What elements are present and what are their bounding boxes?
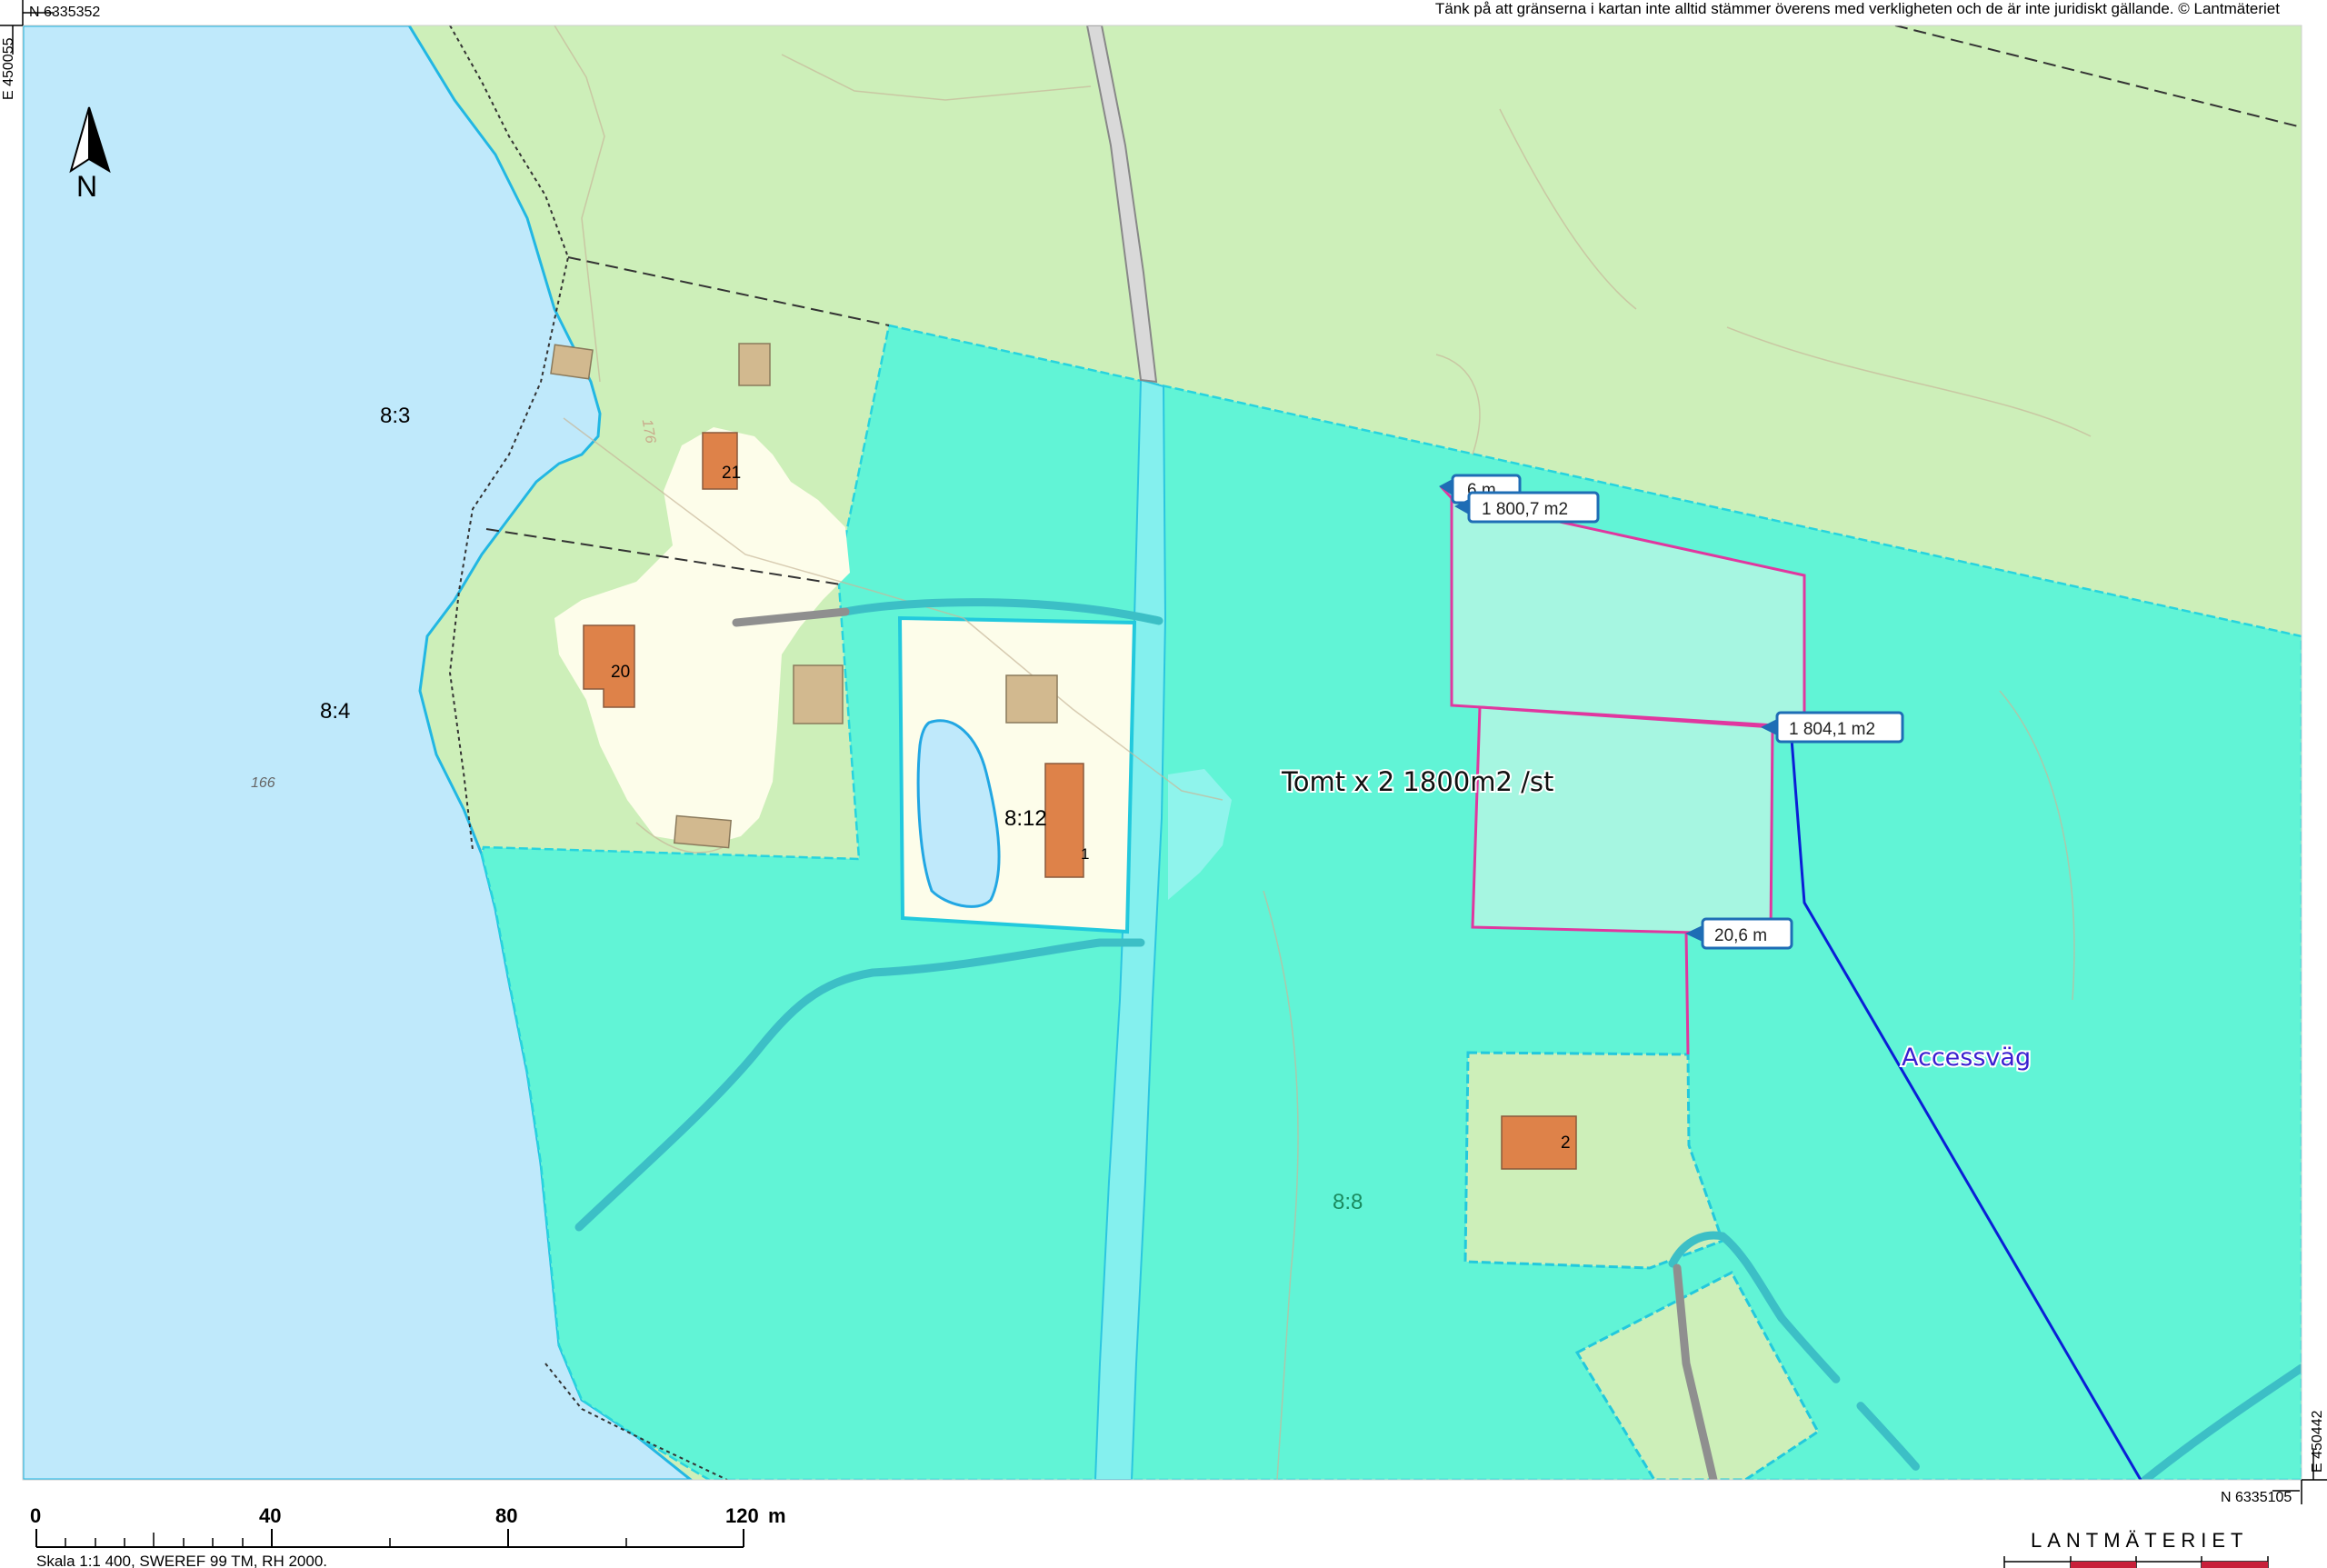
scale-tick-120: 120 bbox=[725, 1504, 759, 1527]
measurement-20-6m[interactable]: 20,6 m bbox=[1685, 917, 1793, 950]
scale-tick-40: 40 bbox=[259, 1504, 281, 1527]
outbuilding bbox=[793, 664, 844, 724]
building-number: 20 bbox=[611, 663, 630, 682]
parcel-label-8-8: 8:8 bbox=[1333, 1190, 1363, 1214]
coord-top-left-n: N 6335352 bbox=[29, 5, 100, 20]
map-canvas[interactable]: 8:3 8:4 8:12 8:8 166 176 21 20 1 2 6 m 1… bbox=[0, 0, 2327, 1568]
measurement-label: 20,6 m bbox=[1714, 926, 1767, 945]
outbuilding bbox=[673, 814, 733, 849]
measurement-area-1[interactable]: 1 800,7 m2 bbox=[1454, 491, 1600, 524]
building-number: 2 bbox=[1561, 1134, 1571, 1153]
disclaimer: Tänk på att gränserna i kartan inte allt… bbox=[1435, 0, 2280, 17]
outbuilding bbox=[550, 344, 594, 380]
coord-bottom-right-n: N 6335105 bbox=[2221, 1490, 2292, 1505]
lantmateriet-logo: LANTMÄTERIET bbox=[2003, 1529, 2269, 1568]
parcel-label-8-4: 8:4 bbox=[320, 699, 350, 724]
building-number: 1 bbox=[1081, 845, 1089, 863]
coord-top-left-e: E 450055 bbox=[1, 37, 16, 100]
parcel-label-8-3: 8:3 bbox=[380, 404, 410, 428]
plots-annotation: Tomt x 2 1800m2 /st bbox=[1281, 766, 1553, 797]
scale-bar: 0 40 80 120 m Skala 1:1 400, SWEREF 99 T… bbox=[30, 1504, 786, 1568]
outbuilding bbox=[738, 343, 771, 386]
building-number: 21 bbox=[722, 464, 741, 483]
measurement-area-2[interactable]: 1 804,1 m2 bbox=[1761, 711, 1904, 744]
outbuilding bbox=[1005, 674, 1058, 724]
elevation-label: 166 bbox=[251, 775, 275, 791]
building-1 bbox=[1044, 763, 1084, 878]
measurement-label: 1 800,7 m2 bbox=[1482, 500, 1568, 519]
north-arrow-letter: N bbox=[76, 170, 97, 203]
coord-bottom-right-e: E 450442 bbox=[2310, 1410, 2325, 1473]
scale-tick-80: 80 bbox=[495, 1504, 517, 1527]
scale-tick-0: 0 bbox=[30, 1504, 41, 1527]
logo-text: LANTMÄTERIET bbox=[2031, 1529, 2248, 1552]
plot-2 bbox=[1471, 705, 1774, 936]
access-road-label: Accessväg bbox=[1902, 1044, 2031, 1072]
scale-caption: Skala 1:1 400, SWEREF 99 TM, RH 2000. bbox=[36, 1553, 327, 1568]
parcel-label-8-12: 8:12 bbox=[1004, 806, 1047, 831]
scale-unit: m bbox=[768, 1504, 786, 1527]
measurement-label: 1 804,1 m2 bbox=[1789, 720, 1875, 739]
